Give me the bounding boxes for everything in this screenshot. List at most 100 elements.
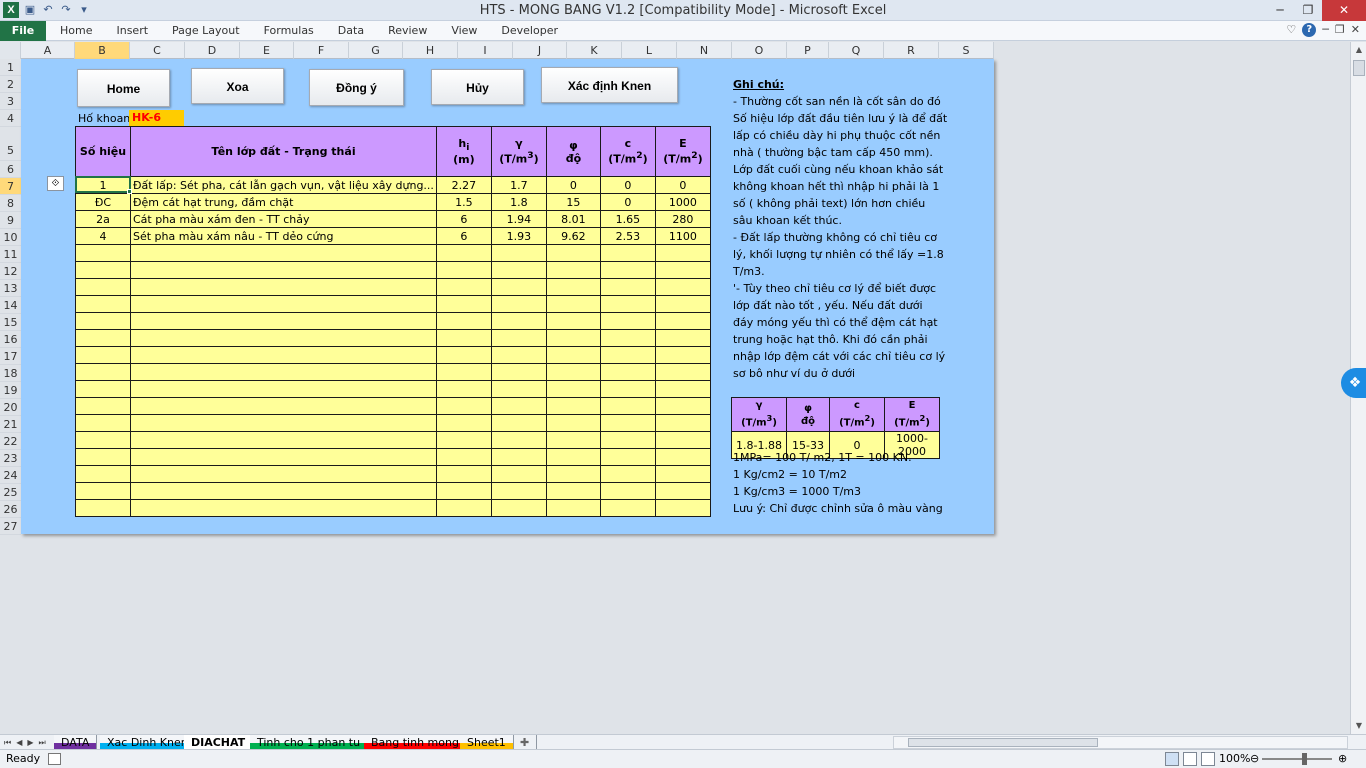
row-header[interactable]: 22: [0, 433, 21, 450]
row-header[interactable]: 13: [0, 280, 21, 297]
dong-y-button[interactable]: Đồng ý: [309, 69, 404, 106]
table-cell[interactable]: [545, 346, 601, 364]
table-cell[interactable]: [130, 363, 437, 381]
row-header[interactable]: 5: [0, 127, 21, 161]
table-cell[interactable]: [490, 414, 547, 432]
table-cell[interactable]: 6: [435, 210, 492, 228]
column-header[interactable]: N: [677, 42, 732, 59]
table-cell[interactable]: [654, 465, 711, 483]
table-cell[interactable]: [75, 448, 131, 466]
table-cell[interactable]: [490, 465, 547, 483]
table-cell[interactable]: [130, 465, 437, 483]
table-cell[interactable]: [130, 448, 437, 466]
row-header[interactable]: 12: [0, 263, 21, 280]
table-cell[interactable]: [130, 380, 437, 398]
table-cell[interactable]: [75, 261, 131, 279]
page-break-view-icon[interactable]: [1201, 752, 1215, 766]
table-cell[interactable]: [435, 244, 492, 262]
select-all-corner[interactable]: [0, 42, 21, 59]
table-cell[interactable]: [435, 499, 492, 517]
column-header[interactable]: P: [787, 42, 829, 59]
table-cell[interactable]: [599, 380, 656, 398]
tab-formulas[interactable]: Formulas: [252, 21, 326, 41]
table-cell[interactable]: [490, 261, 547, 279]
zoom-slider-thumb[interactable]: [1302, 753, 1307, 765]
row-header[interactable]: 20: [0, 399, 21, 416]
table-cell[interactable]: [545, 295, 601, 313]
row-header[interactable]: 27: [0, 518, 21, 535]
table-cell[interactable]: [75, 363, 131, 381]
xac-dinh-knen-button[interactable]: Xác định Knen: [541, 67, 678, 103]
table-cell[interactable]: 1.65: [599, 210, 656, 228]
table-cell[interactable]: [75, 278, 131, 296]
column-header[interactable]: H: [403, 42, 458, 59]
normal-view-icon[interactable]: [1165, 752, 1179, 766]
huy-button[interactable]: Hủy: [431, 69, 524, 105]
table-cell[interactable]: [130, 312, 437, 330]
table-cell[interactable]: [599, 499, 656, 517]
table-cell[interactable]: [490, 448, 547, 466]
table-cell[interactable]: [490, 431, 547, 449]
column-header[interactable]: L: [622, 42, 677, 59]
table-cell[interactable]: [490, 482, 547, 500]
tab-page-layout[interactable]: Page Layout: [160, 21, 252, 41]
table-cell[interactable]: [435, 465, 492, 483]
table-cell[interactable]: [599, 244, 656, 262]
table-cell[interactable]: [654, 448, 711, 466]
scroll-thumb[interactable]: [1353, 60, 1365, 76]
table-cell[interactable]: [654, 363, 711, 381]
zoom-level[interactable]: 100%: [1219, 750, 1250, 768]
table-cell[interactable]: 15: [545, 193, 601, 211]
minimize-ribbon-icon[interactable]: ♡: [1286, 23, 1296, 37]
table-cell[interactable]: [435, 278, 492, 296]
prev-sheet-icon[interactable]: ◀: [16, 735, 22, 750]
table-cell[interactable]: [435, 397, 492, 415]
table-cell[interactable]: [75, 312, 131, 330]
sheet-tab-diachat[interactable]: DIACHAT: [184, 735, 254, 750]
restore-icon[interactable]: ❐: [1294, 0, 1322, 21]
table-cell[interactable]: [599, 278, 656, 296]
home-button[interactable]: Home: [77, 69, 170, 107]
zoom-slider[interactable]: [1262, 753, 1332, 765]
table-cell[interactable]: [654, 380, 711, 398]
tab-review[interactable]: Review: [376, 21, 439, 41]
table-cell[interactable]: [75, 397, 131, 415]
table-cell[interactable]: [599, 346, 656, 364]
page-layout-view-icon[interactable]: [1183, 752, 1197, 766]
table-cell[interactable]: [435, 295, 492, 313]
sheet-tab-sheet1[interactable]: Sheet1: [460, 735, 514, 750]
table-cell[interactable]: [654, 414, 711, 432]
tab-home[interactable]: Home: [48, 21, 104, 41]
table-cell[interactable]: [545, 363, 601, 381]
row-header[interactable]: 15: [0, 314, 21, 331]
table-cell[interactable]: Đệm cát hạt trung, đầm chặt: [130, 193, 437, 211]
zoom-in-icon[interactable]: ⊕: [1338, 750, 1347, 768]
row-header[interactable]: 6: [0, 161, 21, 178]
sheet-tab-bang-tinh-mong[interactable]: Bang tinh mong: [364, 735, 467, 750]
table-cell[interactable]: 280: [654, 210, 711, 228]
table-cell[interactable]: 1100: [654, 227, 711, 245]
row-header[interactable]: 17: [0, 348, 21, 365]
table-cell[interactable]: 1.5: [435, 193, 492, 211]
next-sheet-icon[interactable]: ▶: [27, 735, 33, 750]
row-header[interactable]: 16: [0, 331, 21, 348]
table-cell[interactable]: [599, 397, 656, 415]
table-cell[interactable]: [654, 295, 711, 313]
table-cell[interactable]: 2.27: [435, 176, 492, 194]
row-header[interactable]: 3: [0, 93, 21, 110]
table-cell[interactable]: [75, 414, 131, 432]
table-cell[interactable]: Sét pha màu xám nâu - TT dẻo cứng: [130, 227, 437, 245]
dropbox-icon[interactable]: ❖: [1341, 368, 1366, 398]
table-cell[interactable]: [490, 397, 547, 415]
table-cell[interactable]: [75, 346, 131, 364]
row-header[interactable]: 10: [0, 229, 21, 246]
row-header[interactable]: 9: [0, 212, 21, 229]
table-cell[interactable]: [130, 244, 437, 262]
table-cell[interactable]: [545, 261, 601, 279]
fill-handle[interactable]: [127, 189, 132, 194]
column-header[interactable]: E: [240, 42, 294, 59]
tab-developer[interactable]: Developer: [489, 21, 570, 41]
table-cell[interactable]: [545, 431, 601, 449]
table-cell[interactable]: [75, 329, 131, 347]
table-cell[interactable]: [545, 499, 601, 517]
